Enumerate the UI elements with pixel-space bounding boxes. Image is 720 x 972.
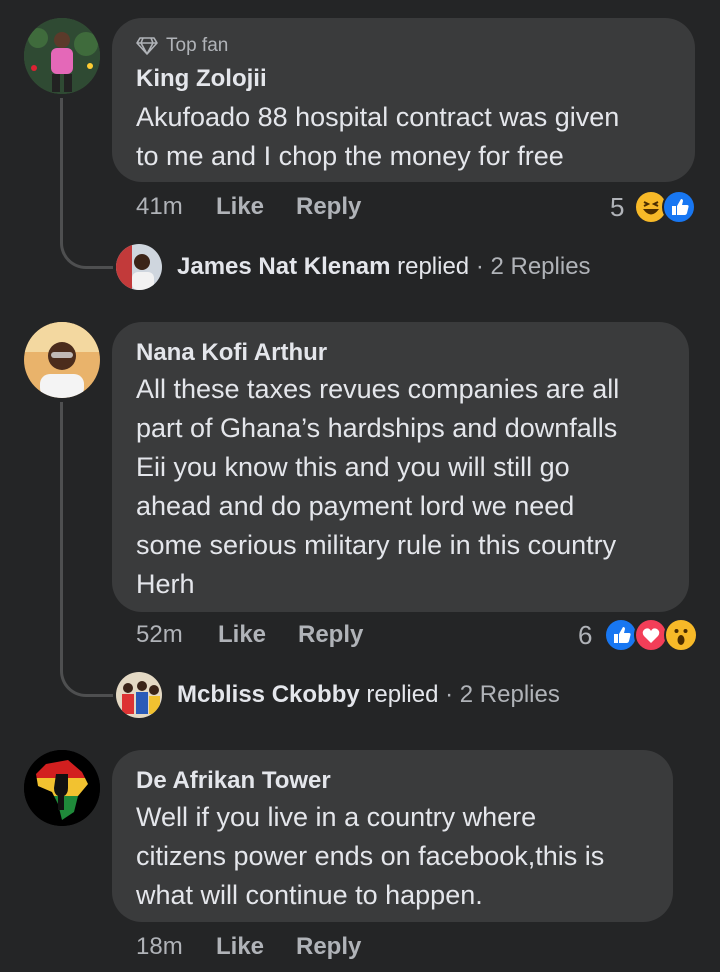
timestamp[interactable]: 41m	[136, 192, 183, 222]
top-fan-badge: Top fan	[136, 34, 671, 58]
like-icon	[662, 190, 696, 224]
like-icon	[604, 618, 638, 652]
thread-line	[60, 402, 113, 697]
wow-icon	[664, 618, 698, 652]
text-line: some serious military rule in this count…	[136, 530, 617, 560]
reaction-count: 6	[578, 620, 593, 650]
text-line: Herh	[136, 569, 195, 599]
comment-author[interactable]: King Zolojii	[136, 64, 671, 94]
like-button[interactable]: Like	[216, 192, 264, 222]
avatar[interactable]	[116, 672, 162, 718]
reply-author[interactable]: Mcbliss Ckobby	[177, 681, 360, 708]
comment-text: Well if you live in a country where citi…	[136, 798, 649, 915]
reply-action: replied	[366, 681, 439, 708]
comment-text: All these taxes revues companies are all…	[136, 370, 665, 604]
timestamp[interactable]: 18m	[136, 932, 183, 962]
text-line: part of Ghana’s hardships and downfalls	[136, 413, 618, 443]
reply-button[interactable]: Reply	[296, 192, 361, 222]
comment-bubble[interactable]: De Afrikan Tower Well if you live in a c…	[112, 750, 673, 922]
comment-author[interactable]: Nana Kofi Arthur	[136, 338, 665, 368]
reaction-summary[interactable]: 6	[578, 618, 700, 652]
text-line: Eii you know this and you will still go	[136, 452, 570, 482]
diamond-icon	[136, 37, 158, 55]
reply-button[interactable]: Reply	[298, 620, 363, 650]
like-button[interactable]: Like	[218, 620, 266, 650]
text-line: ahead and do payment lord we need	[136, 491, 575, 521]
avatar[interactable]	[116, 244, 162, 290]
love-icon	[634, 618, 668, 652]
comment-author[interactable]: De Afrikan Tower	[136, 766, 649, 796]
comment-actions: 18m Like Reply	[136, 932, 696, 962]
comment-bubble[interactable]: Nana Kofi Arthur All these taxes revues …	[112, 322, 689, 612]
like-button[interactable]: Like	[216, 932, 264, 962]
text-line: Well if you live in a country where	[136, 802, 537, 832]
view-replies-link[interactable]: James Nat Klenam replied · 2 Replies	[177, 245, 591, 289]
reaction-count: 5	[610, 192, 625, 222]
timestamp[interactable]: 52m	[136, 620, 183, 650]
text-line: what will continue to happen.	[136, 880, 483, 910]
comment-text: Akufoado 88 hospital contract was given …	[136, 98, 671, 176]
reaction-summary[interactable]: 5	[610, 190, 700, 224]
text-line: citizens power ends on facebook,this is	[136, 841, 605, 871]
comment-bubble[interactable]: Top fan King Zolojii Akufoado 88 hospita…	[112, 18, 695, 182]
text-line: All these taxes revues companies are all	[136, 374, 620, 404]
reply-count[interactable]: · 2 Replies	[476, 253, 591, 280]
reply-count[interactable]: · 2 Replies	[445, 681, 560, 708]
view-replies-link[interactable]: Mcbliss Ckobby replied · 2 Replies	[177, 673, 560, 717]
thread-line	[60, 98, 113, 269]
reply-author[interactable]: James Nat Klenam	[177, 253, 390, 280]
avatar[interactable]	[24, 750, 100, 826]
badge-label: Top fan	[166, 35, 229, 56]
reply-button[interactable]: Reply	[296, 932, 361, 962]
avatar[interactable]	[24, 322, 100, 398]
reply-action: replied	[397, 253, 470, 280]
text-line: to me and I chop the money for free	[136, 141, 564, 171]
avatar[interactable]	[24, 18, 100, 94]
text-line: Akufoado 88 hospital contract was given	[136, 102, 620, 132]
